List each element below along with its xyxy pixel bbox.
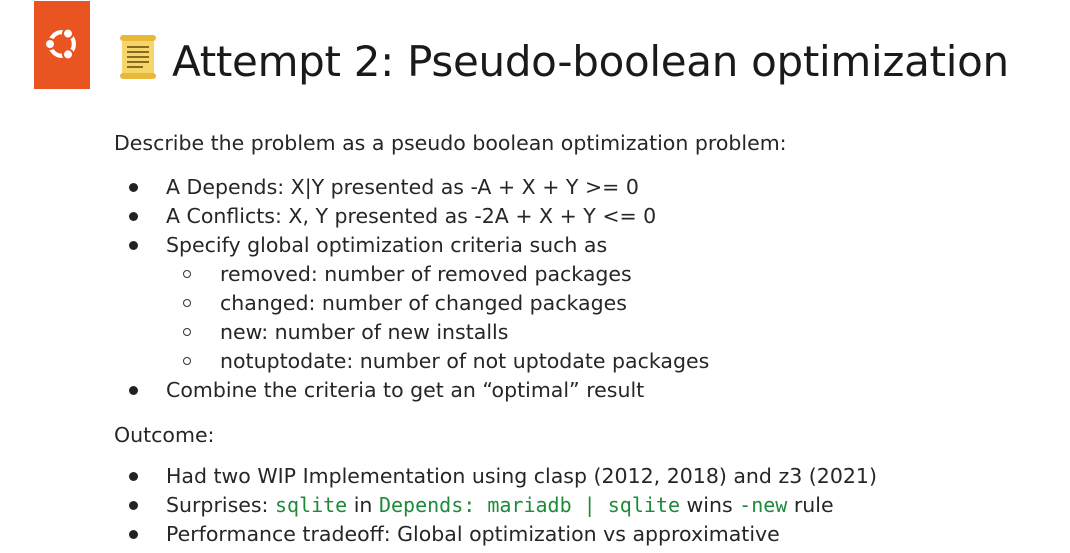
outcome-surprises: Surprises: sqlite in Depends: mariadb | … [166, 491, 834, 520]
surprises-in: in [347, 493, 379, 517]
sub-bullet-removed: removed: number of removed packages [220, 262, 632, 286]
bullet-dot [129, 472, 138, 481]
ubuntu-circle-of-friends-icon [44, 26, 80, 62]
bullet-conflicts: A Conflicts: X, Y presented as -2A + X +… [166, 204, 657, 228]
sub-bullet-circle [183, 357, 191, 365]
outcome-implementations: Had two WIP Implementation using clasp (… [166, 464, 877, 488]
surprises-rule: rule [787, 493, 834, 517]
outcome-performance: Performance tradeoff: Global optimizatio… [166, 522, 780, 546]
ubuntu-logo-icon [34, 1, 90, 89]
bullet-depends: A Depends: X|Y presented as -A + X + Y >… [166, 175, 639, 199]
bullet-dot [129, 501, 138, 510]
sub-bullet-notuptodate: notuptodate: number of not uptodate pack… [220, 349, 710, 373]
intro-text: Describe the problem as a pseudo boolean… [114, 131, 787, 155]
sub-bullet-new: new: number of new installs [220, 320, 509, 344]
sub-bullet-circle [183, 299, 191, 307]
bullet-dot [129, 183, 138, 192]
sub-bullet-circle [183, 328, 191, 336]
code-new: -new [739, 493, 788, 517]
sub-bullet-circle [183, 270, 191, 278]
slide-title: Attempt 2: Pseudo-boolean optimization [172, 37, 1009, 86]
bullet-dot [129, 386, 138, 395]
bullet-criteria: Specify global optimization criteria suc… [166, 233, 608, 257]
bullet-dot [129, 212, 138, 221]
code-depends: Depends: mariadb | sqlite [378, 493, 680, 517]
surprises-wins: wins [679, 493, 740, 517]
bullet-dot [129, 241, 138, 250]
bullet-combine: Combine the criteria to get an “optimal”… [166, 378, 645, 402]
sub-bullet-changed: changed: number of changed packages [220, 291, 627, 315]
scroll-icon [120, 35, 156, 79]
bullet-dot [129, 530, 138, 539]
code-sqlite: sqlite [274, 493, 348, 517]
outcome-heading: Outcome: [114, 423, 215, 447]
surprises-prefix: Surprises: [166, 493, 275, 517]
